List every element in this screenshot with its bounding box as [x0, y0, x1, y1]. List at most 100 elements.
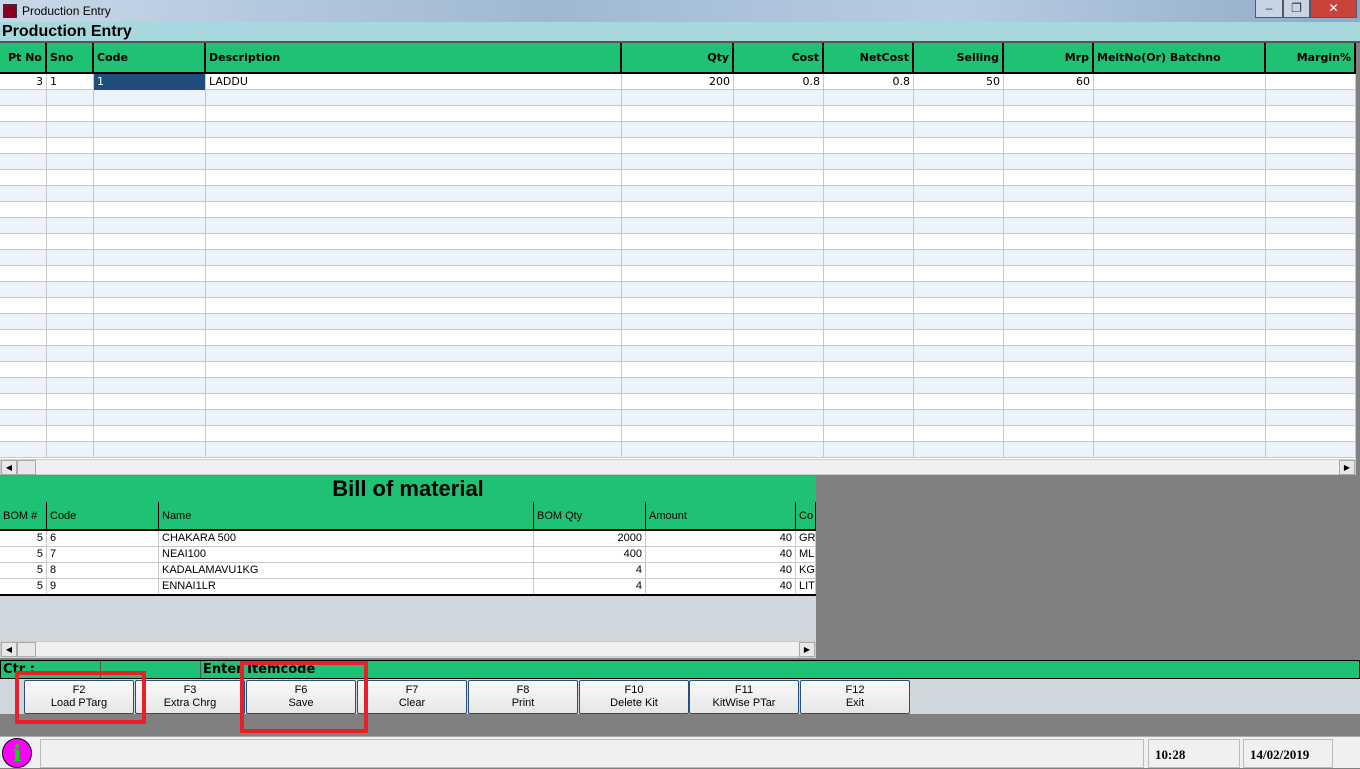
table-cell[interactable]	[622, 378, 734, 394]
f12-button[interactable]: F12 Exit	[800, 680, 910, 714]
bom-column-header[interactable]: Name	[159, 502, 534, 531]
table-cell[interactable]	[824, 122, 914, 138]
table-cell[interactable]	[1266, 218, 1356, 234]
table-row[interactable]	[0, 410, 1356, 426]
table-row[interactable]	[0, 154, 1356, 170]
table-cell[interactable]	[206, 170, 622, 186]
table-cell[interactable]	[94, 90, 206, 106]
table-cell[interactable]	[1094, 266, 1266, 282]
bom-cell[interactable]: 7	[47, 547, 159, 563]
table-cell[interactable]	[94, 234, 206, 250]
table-cell[interactable]	[824, 90, 914, 106]
column-header[interactable]: Cost	[734, 43, 824, 74]
table-cell[interactable]	[1266, 346, 1356, 362]
table-cell[interactable]	[0, 170, 47, 186]
table-cell[interactable]	[914, 314, 1004, 330]
table-cell[interactable]	[824, 202, 914, 218]
bom-column-header[interactable]: Amount	[646, 502, 796, 531]
table-cell[interactable]	[47, 106, 94, 122]
table-cell[interactable]	[622, 234, 734, 250]
bom-cell[interactable]: 5	[0, 547, 47, 563]
table-cell[interactable]	[914, 410, 1004, 426]
table-cell[interactable]	[622, 218, 734, 234]
table-cell[interactable]	[1094, 74, 1266, 90]
table-cell[interactable]	[734, 154, 824, 170]
table-cell[interactable]	[206, 138, 622, 154]
table-cell[interactable]	[47, 282, 94, 298]
table-cell[interactable]	[622, 90, 734, 106]
table-cell[interactable]	[206, 442, 622, 458]
table-cell[interactable]: 1	[47, 74, 94, 90]
column-header[interactable]: Mrp	[1004, 43, 1094, 74]
column-header[interactable]: Selling	[914, 43, 1004, 74]
table-cell[interactable]	[622, 442, 734, 458]
column-header[interactable]: Description	[206, 43, 622, 74]
table-cell[interactable]	[1004, 122, 1094, 138]
table-cell[interactable]: 60	[1004, 74, 1094, 90]
table-cell[interactable]	[622, 362, 734, 378]
scroll-right-icon[interactable]: ▶	[799, 642, 815, 657]
table-cell[interactable]	[1266, 122, 1356, 138]
table-cell[interactable]	[47, 186, 94, 202]
table-cell[interactable]	[94, 138, 206, 154]
table-cell[interactable]	[1094, 250, 1266, 266]
table-cell[interactable]	[1094, 122, 1266, 138]
table-cell[interactable]	[94, 298, 206, 314]
table-cell[interactable]	[94, 154, 206, 170]
column-header[interactable]: Code	[94, 43, 206, 74]
table-cell[interactable]	[1094, 186, 1266, 202]
table-cell[interactable]: 200	[622, 74, 734, 90]
table-cell[interactable]	[206, 218, 622, 234]
table-cell[interactable]	[1094, 106, 1266, 122]
table-cell[interactable]	[622, 186, 734, 202]
scroll-thumb[interactable]	[17, 460, 36, 475]
table-cell[interactable]	[94, 330, 206, 346]
table-cell[interactable]	[1266, 410, 1356, 426]
table-cell[interactable]	[47, 426, 94, 442]
table-cell[interactable]	[0, 250, 47, 266]
table-cell[interactable]	[0, 154, 47, 170]
table-cell[interactable]	[94, 410, 206, 426]
table-cell[interactable]	[1094, 346, 1266, 362]
bom-row[interactable]: 5 9 ENNAI1LR 4 40 LIT	[0, 579, 816, 595]
table-cell[interactable]	[622, 330, 734, 346]
bom-cell[interactable]: 8	[47, 563, 159, 579]
table-cell[interactable]	[914, 234, 1004, 250]
table-cell[interactable]	[94, 106, 206, 122]
column-header[interactable]: NetCost	[824, 43, 914, 74]
bom-cell[interactable]: ML	[796, 547, 816, 563]
table-cell[interactable]	[47, 138, 94, 154]
table-cell[interactable]	[1004, 378, 1094, 394]
table-cell[interactable]	[734, 410, 824, 426]
table-cell[interactable]	[824, 154, 914, 170]
f8-button[interactable]: F8 Print	[468, 680, 578, 714]
table-cell[interactable]	[914, 138, 1004, 154]
table-cell[interactable]	[824, 218, 914, 234]
table-cell[interactable]	[622, 170, 734, 186]
table-cell[interactable]	[1094, 90, 1266, 106]
table-cell[interactable]	[206, 378, 622, 394]
table-cell[interactable]	[47, 442, 94, 458]
restore-button[interactable]: ❐	[1283, 0, 1310, 18]
table-cell[interactable]	[824, 426, 914, 442]
bom-column-header[interactable]: BOM #	[0, 502, 47, 531]
table-cell[interactable]	[914, 154, 1004, 170]
table-cell[interactable]	[1004, 330, 1094, 346]
table-cell[interactable]	[1004, 410, 1094, 426]
table-cell[interactable]	[47, 154, 94, 170]
production-grid[interactable]: Pt No Sno Code Description Qty Cost NetCost Sel…	[0, 43, 1356, 459]
table-cell[interactable]	[734, 330, 824, 346]
bom-cell[interactable]: 4	[534, 563, 646, 579]
bom-cell[interactable]: 5	[0, 563, 47, 579]
table-cell[interactable]	[1004, 154, 1094, 170]
table-cell[interactable]	[94, 346, 206, 362]
bom-cell[interactable]: 5	[0, 579, 47, 595]
table-row[interactable]	[0, 330, 1356, 346]
table-cell[interactable]	[622, 282, 734, 298]
table-cell[interactable]	[206, 282, 622, 298]
table-cell[interactable]	[734, 106, 824, 122]
table-cell[interactable]	[0, 378, 47, 394]
table-cell[interactable]	[734, 266, 824, 282]
table-cell[interactable]	[622, 154, 734, 170]
table-cell[interactable]	[94, 394, 206, 410]
